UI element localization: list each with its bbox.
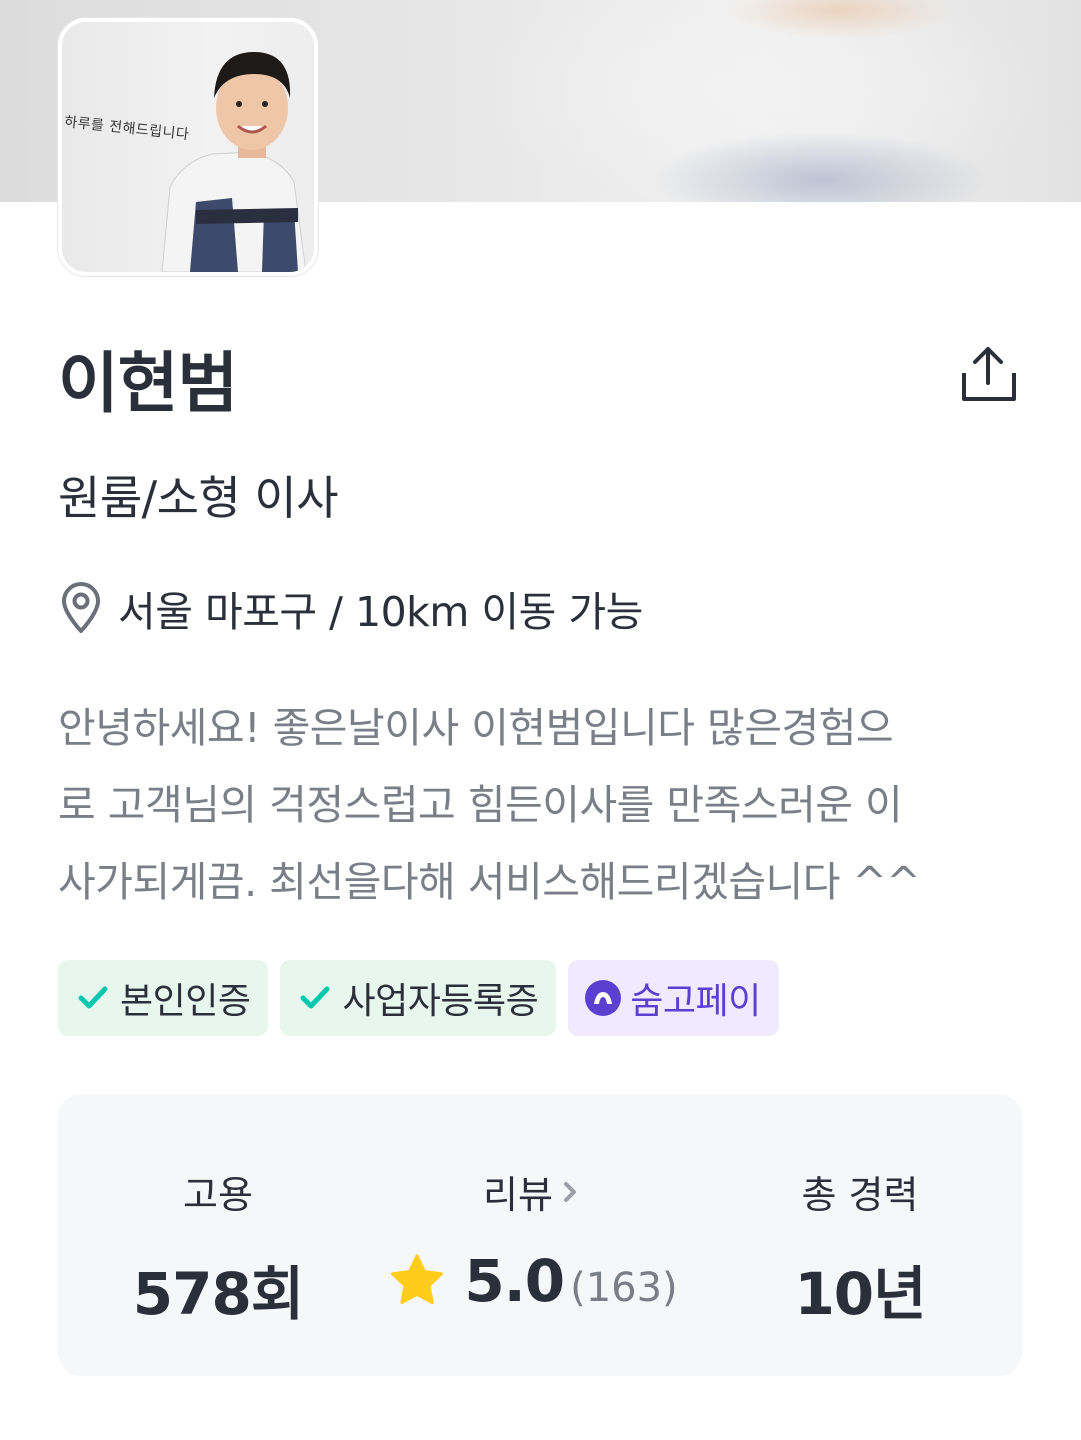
stat-review-value: 5.0 (163) [388, 1247, 678, 1315]
check-icon [74, 979, 112, 1017]
stat-career: 총 경력 10년 [698, 1094, 1022, 1376]
check-icon [296, 979, 334, 1017]
profile-avatar[interactable]: 하루를 전해드립니다 [58, 18, 318, 276]
badge-label: 숨고페이 [630, 981, 761, 1022]
star-icon [391, 1254, 444, 1304]
avatar-photo [161, 52, 307, 272]
soomgo-pay-logo-icon [584, 979, 622, 1017]
badge-identity-verified: 본인인증 [58, 960, 269, 1036]
intro-line: 사가되게끔. 최선을다해 서비스해드리겠습니다 ^^ [58, 858, 921, 906]
stat-hire-label: 고용 [183, 1173, 253, 1217]
stat-career-value: 10년 [794, 1260, 926, 1328]
stat-hire: 고용 578회 [58, 1094, 378, 1376]
badge-label: 본인인증 [120, 981, 251, 1022]
stats-panel: 고용 578회 리뷰 5.0 (163) 총 경력 10년 [58, 1094, 1022, 1376]
badge-soomgo-pay: 숨고페이 [568, 960, 779, 1036]
share-button[interactable] [955, 340, 1021, 406]
location-text: 서울 마포구 / 10km 이동 가능 [118, 588, 643, 636]
intro-text: 안녕하세요! 좋은날이사 이현범입니다 많은경험으 로 고객님의 걱정스럽고 힘… [58, 690, 1018, 921]
intro-line: 안녕하세요! 좋은날이사 이현범입니다 많은경험으 [58, 704, 894, 752]
expert-name: 이현범 [58, 345, 238, 422]
badge-label: 사업자등록증 [342, 981, 539, 1022]
badge-business-registration: 사업자등록증 [280, 960, 557, 1036]
badge-list: 본인인증 사업자등록증 숨고페이 [58, 960, 779, 1036]
map-pin-icon [58, 580, 114, 636]
review-rating: 5.0 [464, 1247, 565, 1315]
share-upload-icon [962, 347, 1016, 401]
chevron-right-icon [563, 1181, 576, 1202]
review-count: (163) [570, 1265, 678, 1311]
stat-review-label-row[interactable]: 리뷰 [483, 1164, 583, 1219]
stat-review-label: 리뷰 [483, 1173, 553, 1217]
stat-hire-value: 578회 [132, 1260, 304, 1328]
stat-career-label: 총 경력 [801, 1173, 919, 1217]
stat-review[interactable]: 리뷰 5.0 (163) [368, 1094, 698, 1376]
location-row: 서울 마포구 / 10km 이동 가능 [58, 578, 643, 638]
service-category: 원룸/소형 이사 [58, 471, 339, 525]
intro-line: 로 고객님의 걱정스럽고 힘든이사를 만족스러운 이 [58, 781, 903, 829]
